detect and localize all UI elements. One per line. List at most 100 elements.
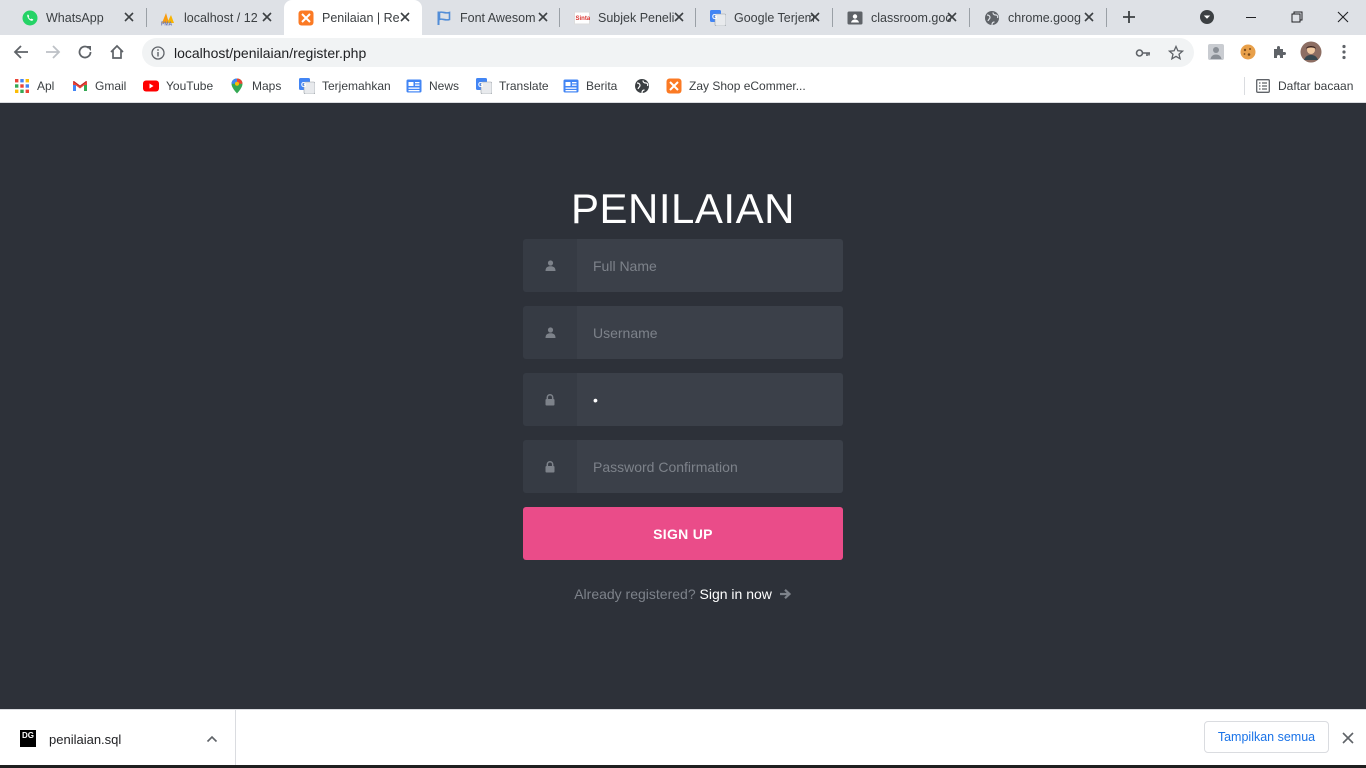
bookmark-label: Terjemahkan: [322, 79, 391, 93]
page-title: PENILAIAN: [571, 185, 795, 232]
close-icon[interactable]: [1340, 730, 1356, 746]
bookmark-zay-shop[interactable]: Zay Shop eCommer...: [666, 75, 806, 97]
restore-button[interactable]: [1285, 6, 1309, 28]
address-bar[interactable]: localhost/penilaian/register.php: [142, 38, 1194, 67]
password-confirmation-field: [523, 440, 843, 493]
bookmark-maps[interactable]: Maps: [229, 75, 281, 97]
tab-subjek-penelitian[interactable]: Sinta Subjek Peneli: [560, 0, 696, 35]
datagrip-file-icon: DG: [20, 730, 36, 747]
tab-title: Subjek Peneli: [598, 10, 675, 25]
tab-title: localhost / 12: [184, 10, 258, 25]
home-icon: [110, 44, 124, 59]
close-icon[interactable]: [122, 10, 136, 24]
bookmarks-divider: [1244, 77, 1245, 95]
star-icon[interactable]: [1167, 44, 1185, 62]
tab-penilaian[interactable]: Penilaian | Re: [284, 0, 422, 35]
plus-icon: [1123, 11, 1135, 23]
full-name-field: [523, 239, 843, 292]
xampp-icon: [298, 10, 314, 26]
tab-phpmyadmin[interactable]: PMA localhost / 12: [146, 0, 284, 35]
bookmark-gmail[interactable]: Gmail: [72, 75, 126, 97]
close-icon[interactable]: [260, 10, 274, 24]
bookmark-youtube[interactable]: YouTube: [143, 75, 213, 97]
sign-up-button[interactable]: SIGN UP: [523, 507, 843, 560]
close-icon[interactable]: [808, 10, 822, 24]
sign-in-prompt: Already registered? Sign in now: [0, 586, 1366, 602]
avatar[interactable]: [1300, 41, 1322, 63]
google-translate-icon: G: [299, 78, 315, 94]
close-icon[interactable]: [398, 10, 412, 24]
phpmyadmin-icon: PMA: [160, 10, 176, 26]
arrow-right-icon: [779, 588, 791, 600]
tab-google-terjemahan[interactable]: G Google Terjem: [696, 0, 832, 35]
profile-extension-icon[interactable]: [1205, 41, 1227, 63]
cookie-icon[interactable]: [1237, 41, 1259, 63]
key-icon[interactable]: [1134, 44, 1152, 62]
scholar-icon: Sinta: [574, 10, 590, 26]
new-tab-button[interactable]: [1117, 6, 1141, 28]
tab-title: WhatsApp: [46, 10, 104, 25]
bookmark-berita[interactable]: Berita: [563, 75, 617, 97]
youtube-icon: [143, 78, 159, 94]
svg-text:Sinta: Sinta: [576, 16, 591, 22]
reading-list-button[interactable]: Daftar bacaan: [1255, 75, 1353, 97]
chevron-down-circle-icon: [1200, 10, 1214, 24]
download-file-name: penilaian.sql: [49, 732, 122, 747]
whatsapp-icon: [22, 10, 38, 26]
tab-search-button[interactable]: [1195, 6, 1219, 28]
reading-list-icon: [1255, 78, 1271, 94]
password-confirmation-input[interactable]: [577, 440, 843, 493]
sign-in-link[interactable]: Sign in now: [700, 586, 792, 602]
restore-icon: [1291, 11, 1303, 23]
svg-text:G: G: [478, 82, 484, 89]
extensions-puzzle-icon[interactable]: [1269, 41, 1291, 63]
reload-icon: [78, 45, 92, 59]
google-news-icon: [406, 78, 422, 94]
globe-icon: [984, 10, 1000, 26]
xampp-icon: [666, 78, 682, 94]
close-window-button[interactable]: [1331, 6, 1355, 28]
tab-classroom[interactable]: classroom.goo: [833, 0, 969, 35]
bookmark-label: Gmail: [95, 79, 127, 93]
close-icon[interactable]: [945, 10, 959, 24]
username-input[interactable]: [577, 306, 843, 359]
chevron-up-icon[interactable]: [205, 732, 219, 746]
bookmark-label: News: [429, 79, 460, 93]
tab-title: Penilaian | Re: [322, 10, 400, 25]
minimize-icon: [1246, 17, 1256, 18]
url-text[interactable]: localhost/penilaian/register.php: [174, 45, 366, 61]
download-shelf: DG penilaian.sql Tampilkan semua: [0, 709, 1366, 768]
close-icon[interactable]: [536, 10, 550, 24]
bookmarks-bar: Apl Gmail YouTube Maps G Terjemahkan New…: [0, 69, 1366, 103]
bookmark-label: YouTube: [166, 79, 214, 93]
bookmark-news[interactable]: News: [406, 75, 459, 97]
tab-divider: [1106, 8, 1107, 27]
close-icon[interactable]: [672, 10, 686, 24]
arrow-right-icon: [46, 45, 61, 59]
password-input[interactable]: [577, 373, 843, 426]
close-icon[interactable]: [1082, 10, 1096, 24]
tab-font-awesome[interactable]: Font Awesom: [422, 0, 560, 35]
arrow-left-icon: [13, 45, 28, 59]
forward-button[interactable]: [39, 38, 67, 66]
bookmark-globe[interactable]: [634, 75, 650, 97]
already-registered-text: Already registered?: [574, 586, 696, 602]
password-field: [523, 373, 843, 426]
bookmark-terjemahkan[interactable]: G Terjemahkan: [299, 75, 391, 97]
tab-title: Google Terjem: [734, 10, 814, 25]
info-icon[interactable]: [149, 44, 167, 62]
bookmark-label: Zay Shop eCommer...: [689, 79, 806, 93]
reload-button[interactable]: [71, 38, 99, 66]
svg-text:G: G: [301, 82, 307, 89]
bookmark-translate[interactable]: G Translate: [476, 75, 549, 97]
home-button[interactable]: [103, 38, 131, 66]
minimize-button[interactable]: [1239, 6, 1263, 28]
tab-chrome-google[interactable]: chrome.goog: [970, 0, 1106, 35]
show-all-downloads-button[interactable]: Tampilkan semua: [1204, 721, 1329, 753]
back-button[interactable]: [7, 38, 35, 66]
full-name-input[interactable]: [577, 239, 843, 292]
bookmark-apps[interactable]: Apl: [14, 75, 54, 97]
more-vertical-icon[interactable]: [1333, 41, 1355, 63]
tab-whatsapp[interactable]: WhatsApp: [8, 0, 146, 35]
download-item[interactable]: DG penilaian.sql: [0, 710, 236, 768]
